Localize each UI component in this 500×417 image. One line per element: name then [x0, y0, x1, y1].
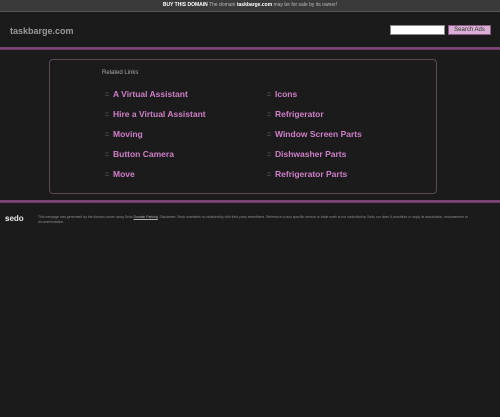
disclaimer-pre: This webpage was generated by the domain…	[38, 215, 134, 219]
buy-domain-link[interactable]: BUY THIS DOMAIN	[163, 2, 208, 8]
bullet-icon: ::	[267, 91, 271, 98]
bullet-icon: ::	[105, 131, 109, 138]
bullet-icon: ::	[267, 151, 271, 158]
related-link[interactable]: :: A Virtual Assistant	[105, 89, 188, 99]
header-divider	[0, 47, 500, 50]
related-link[interactable]: :: Button Camera	[105, 149, 174, 159]
sedo-logo-text: edo	[9, 214, 24, 223]
sale-domain-name: taskbarge.com	[236, 2, 273, 8]
related-link-label: Hire a Virtual Assistant	[113, 109, 206, 119]
related-link[interactable]: :: Refrigerator	[267, 109, 324, 119]
related-link-label: Dishwasher Parts	[275, 149, 347, 159]
bullet-icon: ::	[267, 131, 271, 138]
page-title: taskbarge.com	[10, 26, 74, 36]
related-link-label: Window Screen Parts	[275, 129, 362, 139]
related-link[interactable]: :: Window Screen Parts	[267, 129, 362, 139]
sale-text-pre: The domain	[207, 2, 237, 8]
bullet-icon: ::	[105, 151, 109, 158]
related-link[interactable]: :: Moving	[105, 129, 143, 139]
bullet-icon: ::	[267, 111, 271, 118]
bullet-icon: ::	[105, 171, 109, 178]
sedo-logo[interactable]: sedo	[5, 214, 24, 223]
bullet-icon: ::	[105, 91, 109, 98]
related-link[interactable]: :: Hire a Virtual Assistant	[105, 109, 206, 119]
bullet-icon: ::	[267, 171, 271, 178]
search-ads-button[interactable]: Search Ads	[448, 25, 491, 35]
related-link-label: Button Camera	[113, 149, 174, 159]
search-input[interactable]	[390, 25, 445, 35]
related-link-label: Move	[113, 169, 135, 179]
related-link-label: Refrigerator Parts	[275, 169, 348, 179]
bullet-icon: ::	[105, 111, 109, 118]
footer-divider	[0, 200, 500, 203]
sale-text-post: may be for sale by its owner!	[272, 2, 338, 8]
related-link-label: A Virtual Assistant	[113, 89, 188, 99]
related-link[interactable]: :: Icons	[267, 89, 297, 99]
related-link[interactable]: :: Move	[105, 169, 135, 179]
related-link-label: Moving	[113, 129, 143, 139]
related-link[interactable]: :: Dishwasher Parts	[267, 149, 346, 159]
related-link[interactable]: :: Refrigerator Parts	[267, 169, 347, 179]
domain-for-sale-bar: BUY THIS DOMAIN The domain taskbarge.com…	[0, 0, 500, 12]
related-link-label: Refrigerator	[275, 109, 324, 119]
domain-parking-link[interactable]: Domain Parking	[134, 215, 158, 219]
related-link-label: Icons	[275, 89, 298, 99]
related-links-title: Related Links	[102, 70, 139, 76]
footer-disclaimer: This webpage was generated by the domain…	[38, 215, 493, 225]
